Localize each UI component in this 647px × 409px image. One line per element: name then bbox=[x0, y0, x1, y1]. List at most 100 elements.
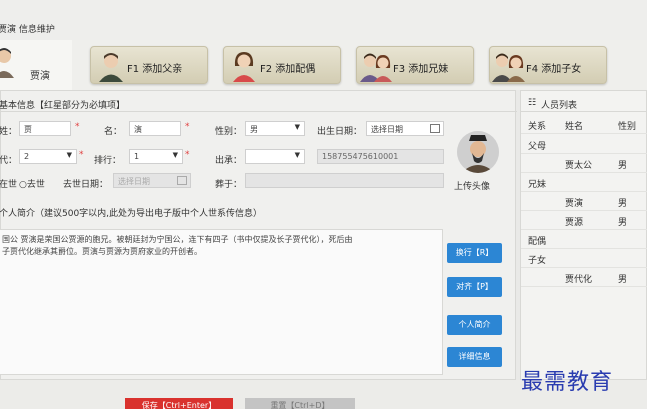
person-list-panel: ☷ 人员列表 关系 姓名 性别 父母 贾太公男兄妹 贾演男贾源男配偶 子女 贾代化男 bbox=[520, 90, 647, 380]
burial-input[interactable] bbox=[245, 173, 444, 188]
tab-add-father[interactable]: F1 添加父亲 bbox=[90, 46, 208, 84]
siblings-avatar-icon bbox=[360, 53, 392, 82]
woman-avatar-icon bbox=[233, 52, 255, 82]
alive-label: 在世 bbox=[0, 180, 18, 190]
tab-bar: 贾演 F1 添加父亲 F2 添加配偶 F3 添加兄妹 F4 添加子女 bbox=[0, 40, 647, 90]
upload-avatar-link[interactable]: 上传头像 bbox=[454, 179, 490, 192]
table-cell-gender: 男 bbox=[618, 199, 628, 209]
surname-input[interactable]: 贾 bbox=[19, 121, 71, 136]
tab-add-child[interactable]: F4 添加子女 bbox=[489, 46, 607, 84]
deceased-label: 去世 bbox=[26, 180, 45, 190]
tab-add-spouse[interactable]: F2 添加配偶 bbox=[223, 46, 341, 84]
column-header: 关系 bbox=[528, 122, 547, 132]
basic-info-header: 基本信息【红星部分为必填项】 bbox=[0, 96, 517, 112]
align-button[interactable]: 对齐【P】 bbox=[447, 277, 502, 297]
generation-label: 代： bbox=[0, 156, 18, 166]
person-list-header: ☷ 人员列表 bbox=[521, 96, 647, 112]
calendar-icon[interactable] bbox=[430, 124, 440, 133]
tab-add-child-label: F4 添加子女 bbox=[526, 64, 582, 75]
table-row[interactable]: 兄妹 bbox=[521, 173, 647, 192]
tab-add-sibling[interactable]: F3 添加兄妹 bbox=[356, 46, 474, 84]
column-header: 性别 bbox=[618, 122, 637, 132]
tab-add-spouse-label: F2 添加配偶 bbox=[260, 64, 316, 75]
bio-textarea[interactable]: 国公 贾演是荣国公贾源的胞兄。被朝廷封为宁国公，连下有四子（书中仅提及长子贾代化… bbox=[0, 229, 443, 375]
dropdown-caret-icon: ▼ bbox=[172, 151, 178, 159]
name-input[interactable]: 演 bbox=[129, 121, 181, 136]
burial-label: 葬于： bbox=[215, 180, 243, 190]
rank-value: 1 bbox=[134, 152, 140, 161]
bio-title: 个人简介（建议500字以内,此处为导出电子版中个人世系传信息） bbox=[0, 209, 263, 219]
basic-info-panel: 基本信息【红星部分为必填项】 姓： 贾 * 名： 演 * 性别： 男 ▼ 出生日… bbox=[0, 90, 517, 380]
gender-select[interactable]: 男 ▼ bbox=[245, 121, 305, 136]
table-row[interactable]: 贾演 男 bbox=[521, 192, 647, 211]
save-button[interactable]: 保存【Ctrl+Enter】 bbox=[125, 398, 233, 409]
birth-date-input[interactable]: 选择日期 bbox=[366, 121, 444, 136]
gender-label: 性别： bbox=[215, 127, 243, 137]
required-star: * bbox=[79, 150, 84, 160]
man-avatar-icon bbox=[99, 53, 123, 82]
tab-current-person[interactable]: 贾演 bbox=[0, 40, 72, 90]
table-cell-name: 贾代化 bbox=[565, 275, 593, 285]
table-cell-name: 贾演 bbox=[565, 199, 584, 209]
person-list-title: 人员列表 bbox=[541, 101, 578, 111]
generation-value: 2 bbox=[24, 152, 30, 161]
window-title: 贾演 信息维护 bbox=[0, 25, 55, 35]
family-avatar-icon bbox=[492, 53, 525, 82]
table-row[interactable]: 贾太公 男 bbox=[521, 154, 647, 173]
watermark-logo: 最需教育 bbox=[521, 370, 614, 395]
table-cell-relation: 配偶 bbox=[528, 237, 547, 247]
title-bar: 贾演 信息维护 bbox=[0, 0, 647, 40]
basic-info-title: 基本信息【红星部分为必填项】 bbox=[0, 101, 126, 111]
rank-label: 排行： bbox=[94, 156, 122, 166]
profile-photo[interactable] bbox=[457, 131, 499, 173]
id-number-field[interactable]: 158755475610001 bbox=[317, 149, 444, 164]
portrait-image bbox=[457, 131, 499, 173]
bio-line: 国公 贾演是荣国公贾源的胞兄。被朝廷封为宁国公，连下有四子（书中仅提及长子贾代化… bbox=[2, 235, 353, 244]
calendar-icon[interactable] bbox=[177, 176, 187, 185]
table-row[interactable]: 贾代化 男 bbox=[521, 268, 647, 287]
death-date-placeholder: 选择日期 bbox=[118, 177, 150, 186]
gender-value: 男 bbox=[250, 125, 258, 134]
generation-select[interactable]: 2 ▼ bbox=[19, 149, 77, 164]
required-star: * bbox=[185, 122, 190, 132]
required-star: * bbox=[185, 150, 190, 160]
profile-button[interactable]: 个人简介 bbox=[447, 315, 502, 335]
dropdown-caret-icon: ▼ bbox=[294, 151, 300, 159]
birth-date-placeholder: 选择日期 bbox=[371, 125, 403, 134]
bio-line: 子贾代化继承其爵位。贾演与贾源为贾府家业的开创者。 bbox=[2, 247, 202, 256]
dropdown-caret-icon: ▼ bbox=[66, 151, 72, 159]
alive-radio[interactable]: 在世 bbox=[0, 177, 17, 190]
grid-icon: ☷ bbox=[528, 98, 537, 108]
table-cell-gender: 男 bbox=[618, 275, 628, 285]
detail-button[interactable]: 详细信息 bbox=[447, 347, 502, 367]
tab-add-father-label: F1 添加父亲 bbox=[127, 64, 183, 75]
surname-label: 姓： bbox=[0, 127, 18, 137]
table-cell-relation: 父母 bbox=[528, 142, 547, 152]
id-number-value: 158755475610001 bbox=[322, 152, 399, 161]
tab-add-sibling-label: F3 添加兄妹 bbox=[393, 64, 449, 75]
table-header-row: 关系 姓名 性别 bbox=[521, 115, 647, 134]
death-date-label: 去世日期： bbox=[63, 180, 109, 190]
table-row[interactable]: 子女 bbox=[521, 249, 647, 268]
table-cell-relation: 兄妹 bbox=[528, 180, 547, 190]
death-date-input[interactable]: 选择日期 bbox=[113, 173, 191, 188]
deceased-radio[interactable]: ○去世 bbox=[19, 177, 45, 190]
wrap-button[interactable]: 换行【R】 bbox=[447, 243, 502, 263]
table-cell-name: 贾源 bbox=[565, 218, 584, 228]
table-row[interactable]: 父母 bbox=[521, 135, 647, 154]
bio-header: 个人简介（建议500字以内,此处为导出电子版中个人世系传信息） bbox=[0, 203, 517, 219]
table-row[interactable]: 配偶 bbox=[521, 230, 647, 249]
reset-button[interactable]: 重置【Ctrl+D】 bbox=[245, 398, 355, 409]
column-header: 姓名 bbox=[565, 122, 584, 132]
table-row[interactable]: 贾源 男 bbox=[521, 211, 647, 230]
table-cell-gender: 男 bbox=[618, 161, 628, 171]
rank-select[interactable]: 1 ▼ bbox=[129, 149, 183, 164]
current-person-name: 贾演 bbox=[30, 71, 50, 82]
name-label: 名： bbox=[104, 127, 123, 137]
name-value: 演 bbox=[134, 125, 142, 134]
table-cell-name: 贾太公 bbox=[565, 161, 593, 171]
person-avatar-icon bbox=[0, 48, 14, 78]
dropdown-caret-icon: ▼ bbox=[294, 123, 300, 131]
required-star: * bbox=[75, 122, 80, 132]
inherit-select[interactable]: ▼ bbox=[245, 149, 305, 164]
